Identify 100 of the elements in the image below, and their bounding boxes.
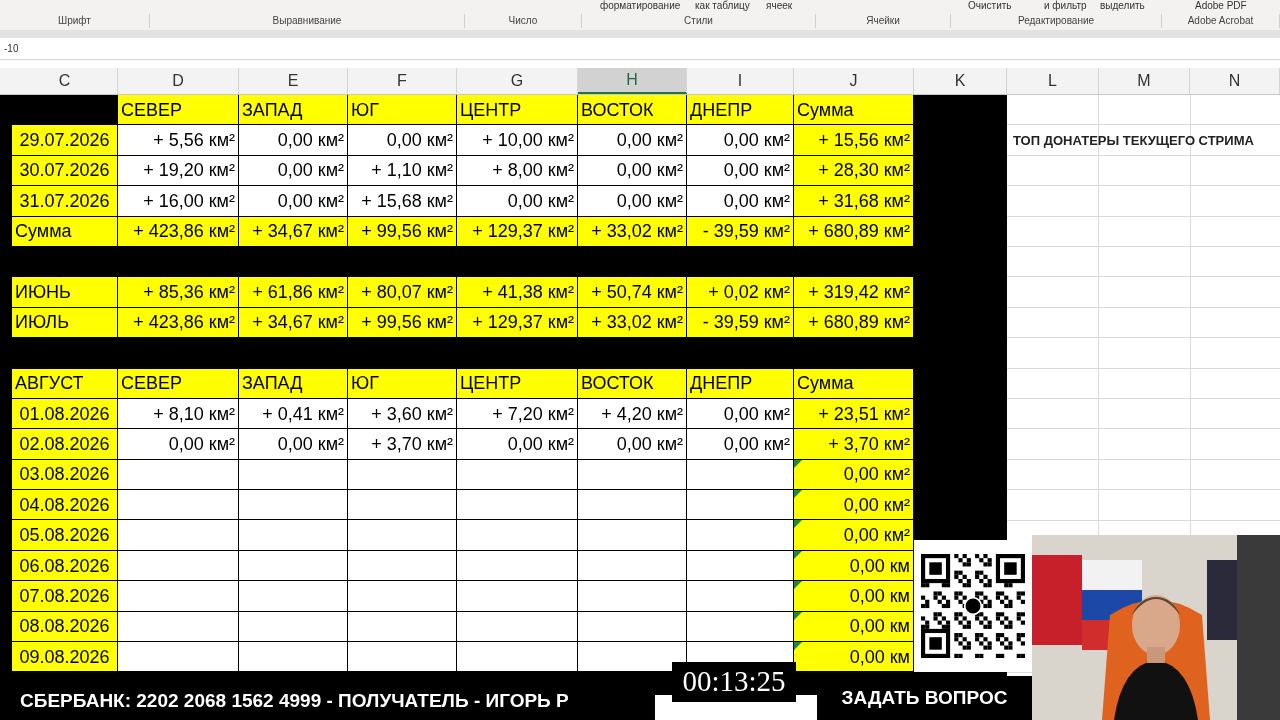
table-cell: 01.08.2026 bbox=[12, 398, 118, 430]
column-header[interactable]: I bbox=[687, 68, 794, 94]
table-cell: СЕВЕР bbox=[118, 95, 239, 126]
ribbon-label[interactable]: Adobe PDF bbox=[1195, 0, 1247, 12]
table-cell: 0,00 км bbox=[794, 642, 914, 673]
table-cell: Сумма bbox=[794, 368, 914, 399]
table-cell: + 5,56 км² bbox=[118, 125, 239, 156]
table-cell: 04.08.2026 bbox=[12, 490, 118, 521]
table-cell: - 39,59 км² bbox=[687, 216, 794, 247]
table-cell: - 39,59 км² bbox=[687, 307, 794, 339]
table-cell: + 61,86 км² bbox=[239, 277, 348, 308]
table-cell: Сумма bbox=[794, 95, 914, 126]
table-cell: + 680,89 км² bbox=[794, 307, 914, 339]
table-cell: 02.08.2026 bbox=[12, 429, 118, 460]
table-cell: + 129,37 км² bbox=[457, 216, 578, 247]
table-cell: + 85,36 км² bbox=[118, 277, 239, 308]
ribbon-group-label: Выравнивание bbox=[272, 14, 342, 28]
table-cell: + 33,02 км² bbox=[578, 216, 687, 247]
table-cell: 0,00 км² bbox=[457, 186, 578, 217]
ribbon-group-label: Adobe Acrobat bbox=[1187, 14, 1254, 28]
table-cell: 30.07.2026 bbox=[12, 155, 118, 187]
table-cell: + 423,86 км² bbox=[118, 216, 239, 247]
table-cell: + 0,41 км² bbox=[239, 398, 348, 430]
table-cell: + 319,42 км² bbox=[794, 277, 914, 308]
table-cell: + 1,10 км² bbox=[348, 155, 457, 187]
table-cell: + 41,38 км² bbox=[457, 277, 578, 308]
table-cell: 03.08.2026 bbox=[12, 459, 118, 491]
ribbon-group-label: Редактирование bbox=[1017, 14, 1095, 28]
table-cell: ВОСТОК bbox=[578, 368, 687, 399]
ribbon-label[interactable]: Очистить bbox=[968, 0, 1012, 12]
table-cell: 08.08.2026 bbox=[12, 611, 118, 643]
table-cell: + 50,74 км² bbox=[578, 277, 687, 308]
table-cell: 0,00 км bbox=[794, 581, 914, 612]
ask-question-button[interactable]: ЗАДАТЬ ВОПРОС bbox=[817, 676, 1032, 720]
column-header[interactable]: E bbox=[239, 68, 348, 94]
column-header[interactable]: H bbox=[578, 68, 687, 94]
ribbon-group-label: Число bbox=[508, 14, 538, 28]
table-cell: + 19,20 км² bbox=[118, 155, 239, 187]
table-cell: ЦЕНТР bbox=[457, 95, 578, 126]
table-cell: + 15,56 км² bbox=[794, 125, 914, 156]
table-cell: ЗАПАД bbox=[239, 368, 348, 399]
ribbon-label[interactable]: форматирование bbox=[600, 0, 681, 12]
table-cell: + 28,30 км² bbox=[794, 155, 914, 187]
table-cell: 0,00 км² bbox=[794, 490, 914, 521]
table-cell: 0,00 км² bbox=[578, 125, 687, 156]
table-cell: + 16,00 км² bbox=[118, 186, 239, 217]
table-cell: + 680,89 км² bbox=[794, 216, 914, 247]
table-cell: + 3,60 км² bbox=[348, 398, 457, 430]
table-cell: + 33,02 км² bbox=[578, 307, 687, 339]
table-cell: СЕВЕР bbox=[118, 368, 239, 399]
table-cell: 0,00 км² bbox=[118, 429, 239, 460]
table-cell: ДНЕПР bbox=[687, 95, 794, 126]
table-cell: + 10,00 км² bbox=[457, 125, 578, 156]
table-cell: 0,00 км² bbox=[794, 459, 914, 491]
ribbon-label[interactable]: ячеек bbox=[766, 0, 793, 12]
column-header[interactable]: M bbox=[1099, 68, 1190, 94]
table-cell: + 99,56 км² bbox=[348, 216, 457, 247]
table-cell: 07.08.2026 bbox=[12, 581, 118, 612]
table-cell: + 8,00 км² bbox=[457, 155, 578, 187]
column-header[interactable]: C bbox=[12, 68, 118, 94]
table-cell: + 423,86 км² bbox=[118, 307, 239, 339]
table-cell: + 7,20 км² bbox=[457, 398, 578, 430]
table-cell: 0,00 км² bbox=[239, 155, 348, 187]
ribbon-label[interactable]: и фильтр bbox=[1044, 0, 1087, 12]
column-header[interactable]: J bbox=[794, 68, 914, 94]
donors-title: ТОП ДОНАТЕРЫ ТЕКУЩЕГО СТРИМА bbox=[1013, 132, 1254, 150]
table-cell: + 34,67 км² bbox=[239, 216, 348, 247]
table-cell: 0,00 км² bbox=[687, 125, 794, 156]
table-cell: + 8,10 км² bbox=[118, 398, 239, 430]
column-header[interactable]: D bbox=[118, 68, 239, 94]
table-cell: Сумма bbox=[12, 216, 118, 247]
ribbon-label[interactable]: выделить bbox=[1100, 0, 1145, 12]
table-cell: 0,00 км² bbox=[239, 429, 348, 460]
ribbon-group-label: Ячейки bbox=[866, 14, 900, 28]
table-cell: ЮГ bbox=[348, 368, 457, 399]
column-header[interactable]: F bbox=[348, 68, 457, 94]
table-cell: ЗАПАД bbox=[239, 95, 348, 126]
table-cell: 0,00 км² bbox=[578, 429, 687, 460]
ribbon-group-label: Шрифт bbox=[58, 14, 91, 28]
table-cell: + 31,68 км² bbox=[794, 186, 914, 217]
column-header[interactable]: N bbox=[1190, 68, 1280, 94]
table-cell: + 80,07 км² bbox=[348, 277, 457, 308]
table-cell: 0,00 км bbox=[794, 611, 914, 643]
table-cell: + 15,68 км² bbox=[348, 186, 457, 217]
table-cell: 0,00 км² bbox=[457, 429, 578, 460]
column-header[interactable]: K bbox=[914, 68, 1007, 94]
table-cell: 0,00 км² bbox=[687, 186, 794, 217]
table-cell: 0,00 км² bbox=[239, 186, 348, 217]
table-cell: 0,00 км² bbox=[578, 186, 687, 217]
table-cell: 0,00 км bbox=[794, 550, 914, 582]
ribbon-label[interactable]: как таблицу bbox=[695, 0, 750, 12]
table-cell: 31.07.2026 bbox=[12, 186, 118, 217]
column-header[interactable]: L bbox=[1007, 68, 1099, 94]
table-cell: 0,00 км² bbox=[239, 125, 348, 156]
table-cell: 0,00 км² bbox=[687, 429, 794, 460]
table-cell: ДНЕПР bbox=[687, 368, 794, 399]
table-cell: 0,00 км² bbox=[794, 520, 914, 551]
table-cell: ВОСТОК bbox=[578, 95, 687, 126]
table-cell: ИЮНЬ bbox=[12, 277, 118, 308]
table-cell: 0,00 км² bbox=[687, 398, 794, 430]
